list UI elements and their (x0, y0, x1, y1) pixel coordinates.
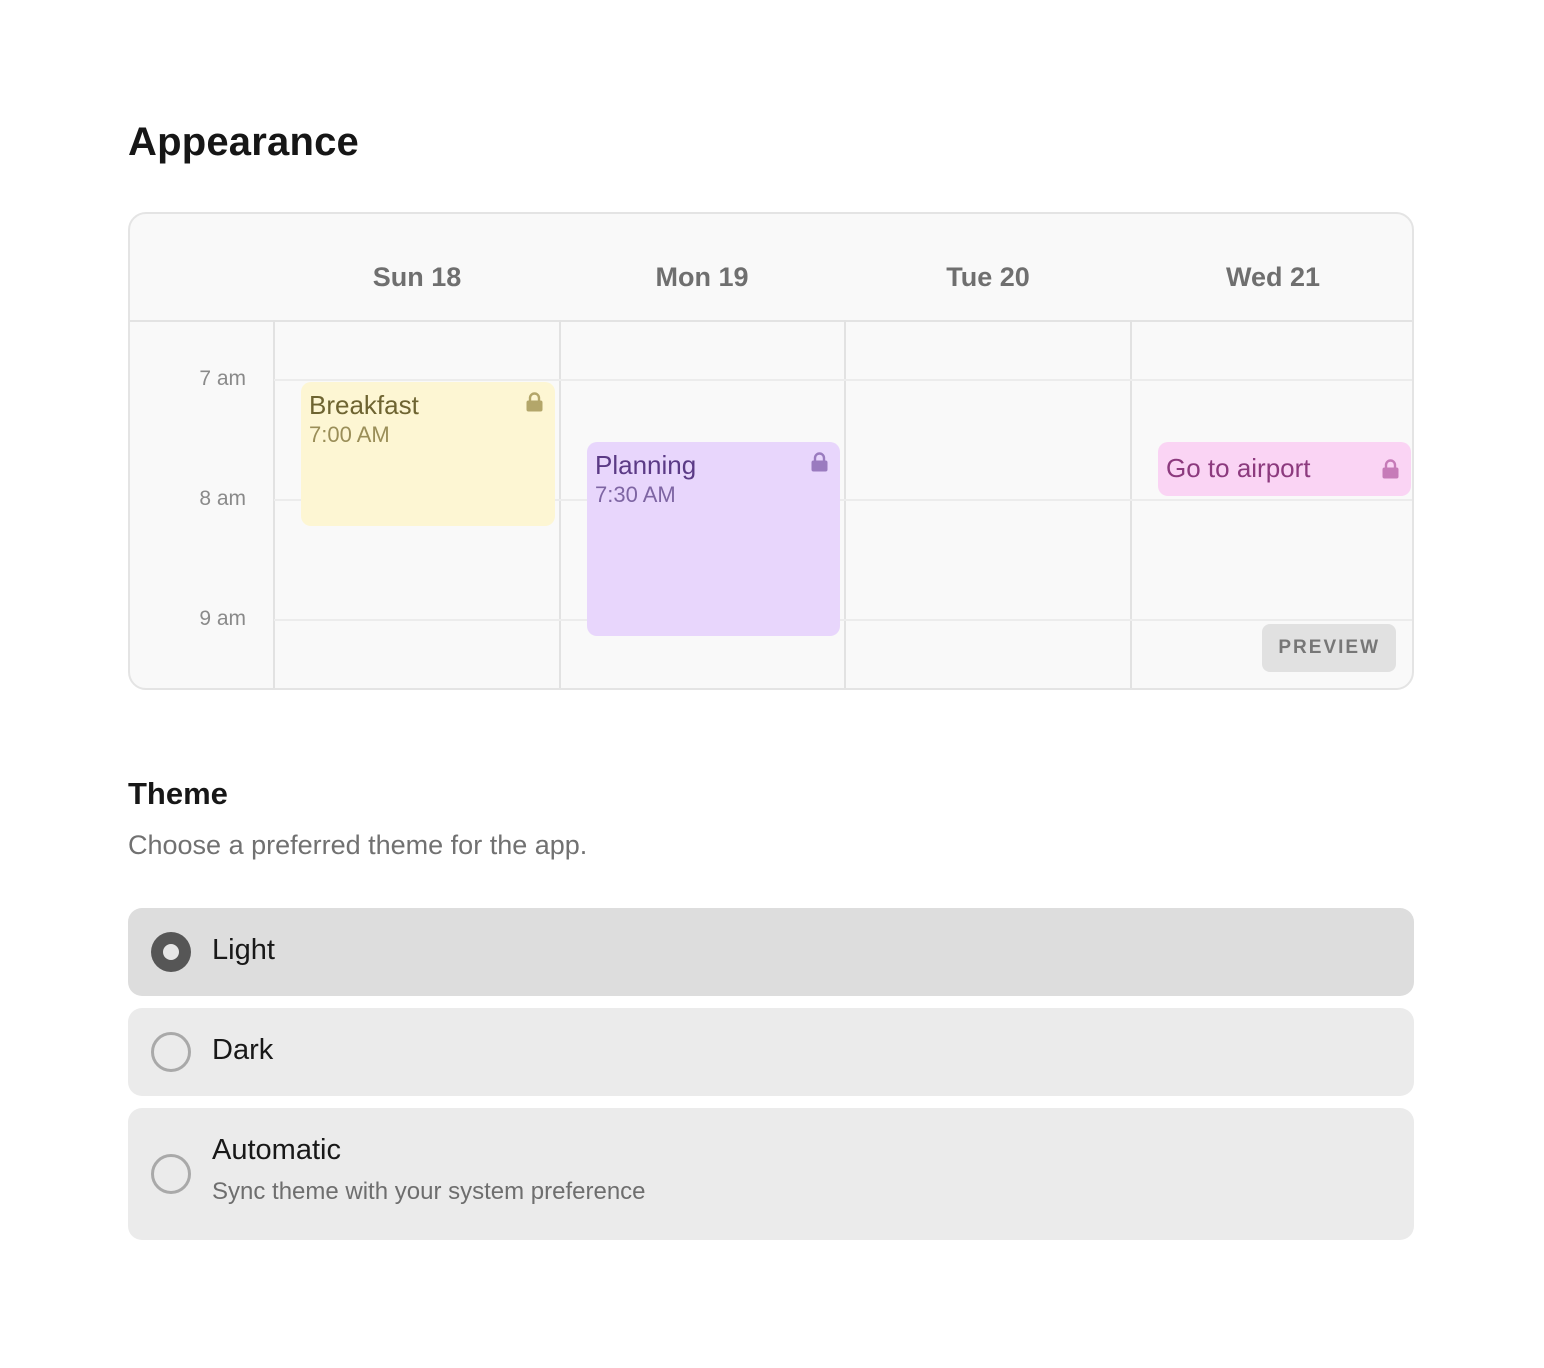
event-title: Go to airport (1166, 453, 1311, 483)
event-go-to-airport[interactable]: Go to airport (1158, 442, 1411, 496)
theme-option-label: Light (212, 934, 275, 966)
theme-option-description: Sync theme with your system preference (212, 1178, 646, 1205)
time-label-7am: 7 am (199, 367, 246, 390)
hour-line (274, 379, 1412, 381)
time-label-8am: 8 am (199, 487, 246, 510)
theme-section-subtitle: Choose a preferred theme for the app. (128, 830, 588, 860)
column-divider (559, 320, 561, 688)
theme-option-label: Automatic (212, 1134, 341, 1166)
calendar-preview: Sun 18 Mon 19 Tue 20 Wed 21 7 am 8 am 9 … (128, 212, 1414, 690)
day-header-mon: Mon 19 (655, 262, 749, 292)
column-divider (273, 320, 275, 688)
preview-badge: PREVIEW (1262, 624, 1396, 672)
column-divider (1130, 320, 1132, 688)
event-time: 7:00 AM (309, 422, 390, 447)
theme-section-title: Theme (128, 776, 228, 811)
theme-option-light[interactable]: Light (128, 908, 1414, 996)
radio-unselected-icon[interactable] (151, 1032, 191, 1072)
theme-option-automatic[interactable]: Automatic Sync theme with your system pr… (128, 1108, 1414, 1240)
lock-icon (526, 392, 543, 412)
event-time: 7:30 AM (595, 482, 676, 507)
event-title: Planning (595, 450, 697, 480)
day-header-wed: Wed 21 (1225, 262, 1321, 292)
hour-line (274, 619, 1412, 621)
event-planning[interactable]: Planning 7:30 AM (587, 442, 840, 636)
page-title: Appearance (128, 120, 359, 164)
lock-icon (811, 452, 828, 472)
appearance-settings-page: Appearance Sun 18 Mon 19 Tue 20 Wed 21 7… (0, 0, 1544, 1368)
event-breakfast[interactable]: Breakfast 7:00 AM (301, 382, 555, 526)
calendar-header: Sun 18 Mon 19 Tue 20 Wed 21 (130, 214, 1412, 322)
day-header-sun: Sun 18 (372, 262, 462, 292)
day-header-tue: Tue 20 (946, 262, 1030, 292)
theme-option-label: Dark (212, 1034, 274, 1066)
lock-icon (1382, 459, 1399, 479)
time-label-9am: 9 am (199, 607, 246, 630)
radio-selected-icon[interactable] (151, 932, 191, 972)
column-divider (844, 320, 846, 688)
theme-option-dark[interactable]: Dark (128, 1008, 1414, 1096)
event-title: Breakfast (309, 390, 419, 420)
radio-unselected-icon[interactable] (151, 1154, 191, 1194)
